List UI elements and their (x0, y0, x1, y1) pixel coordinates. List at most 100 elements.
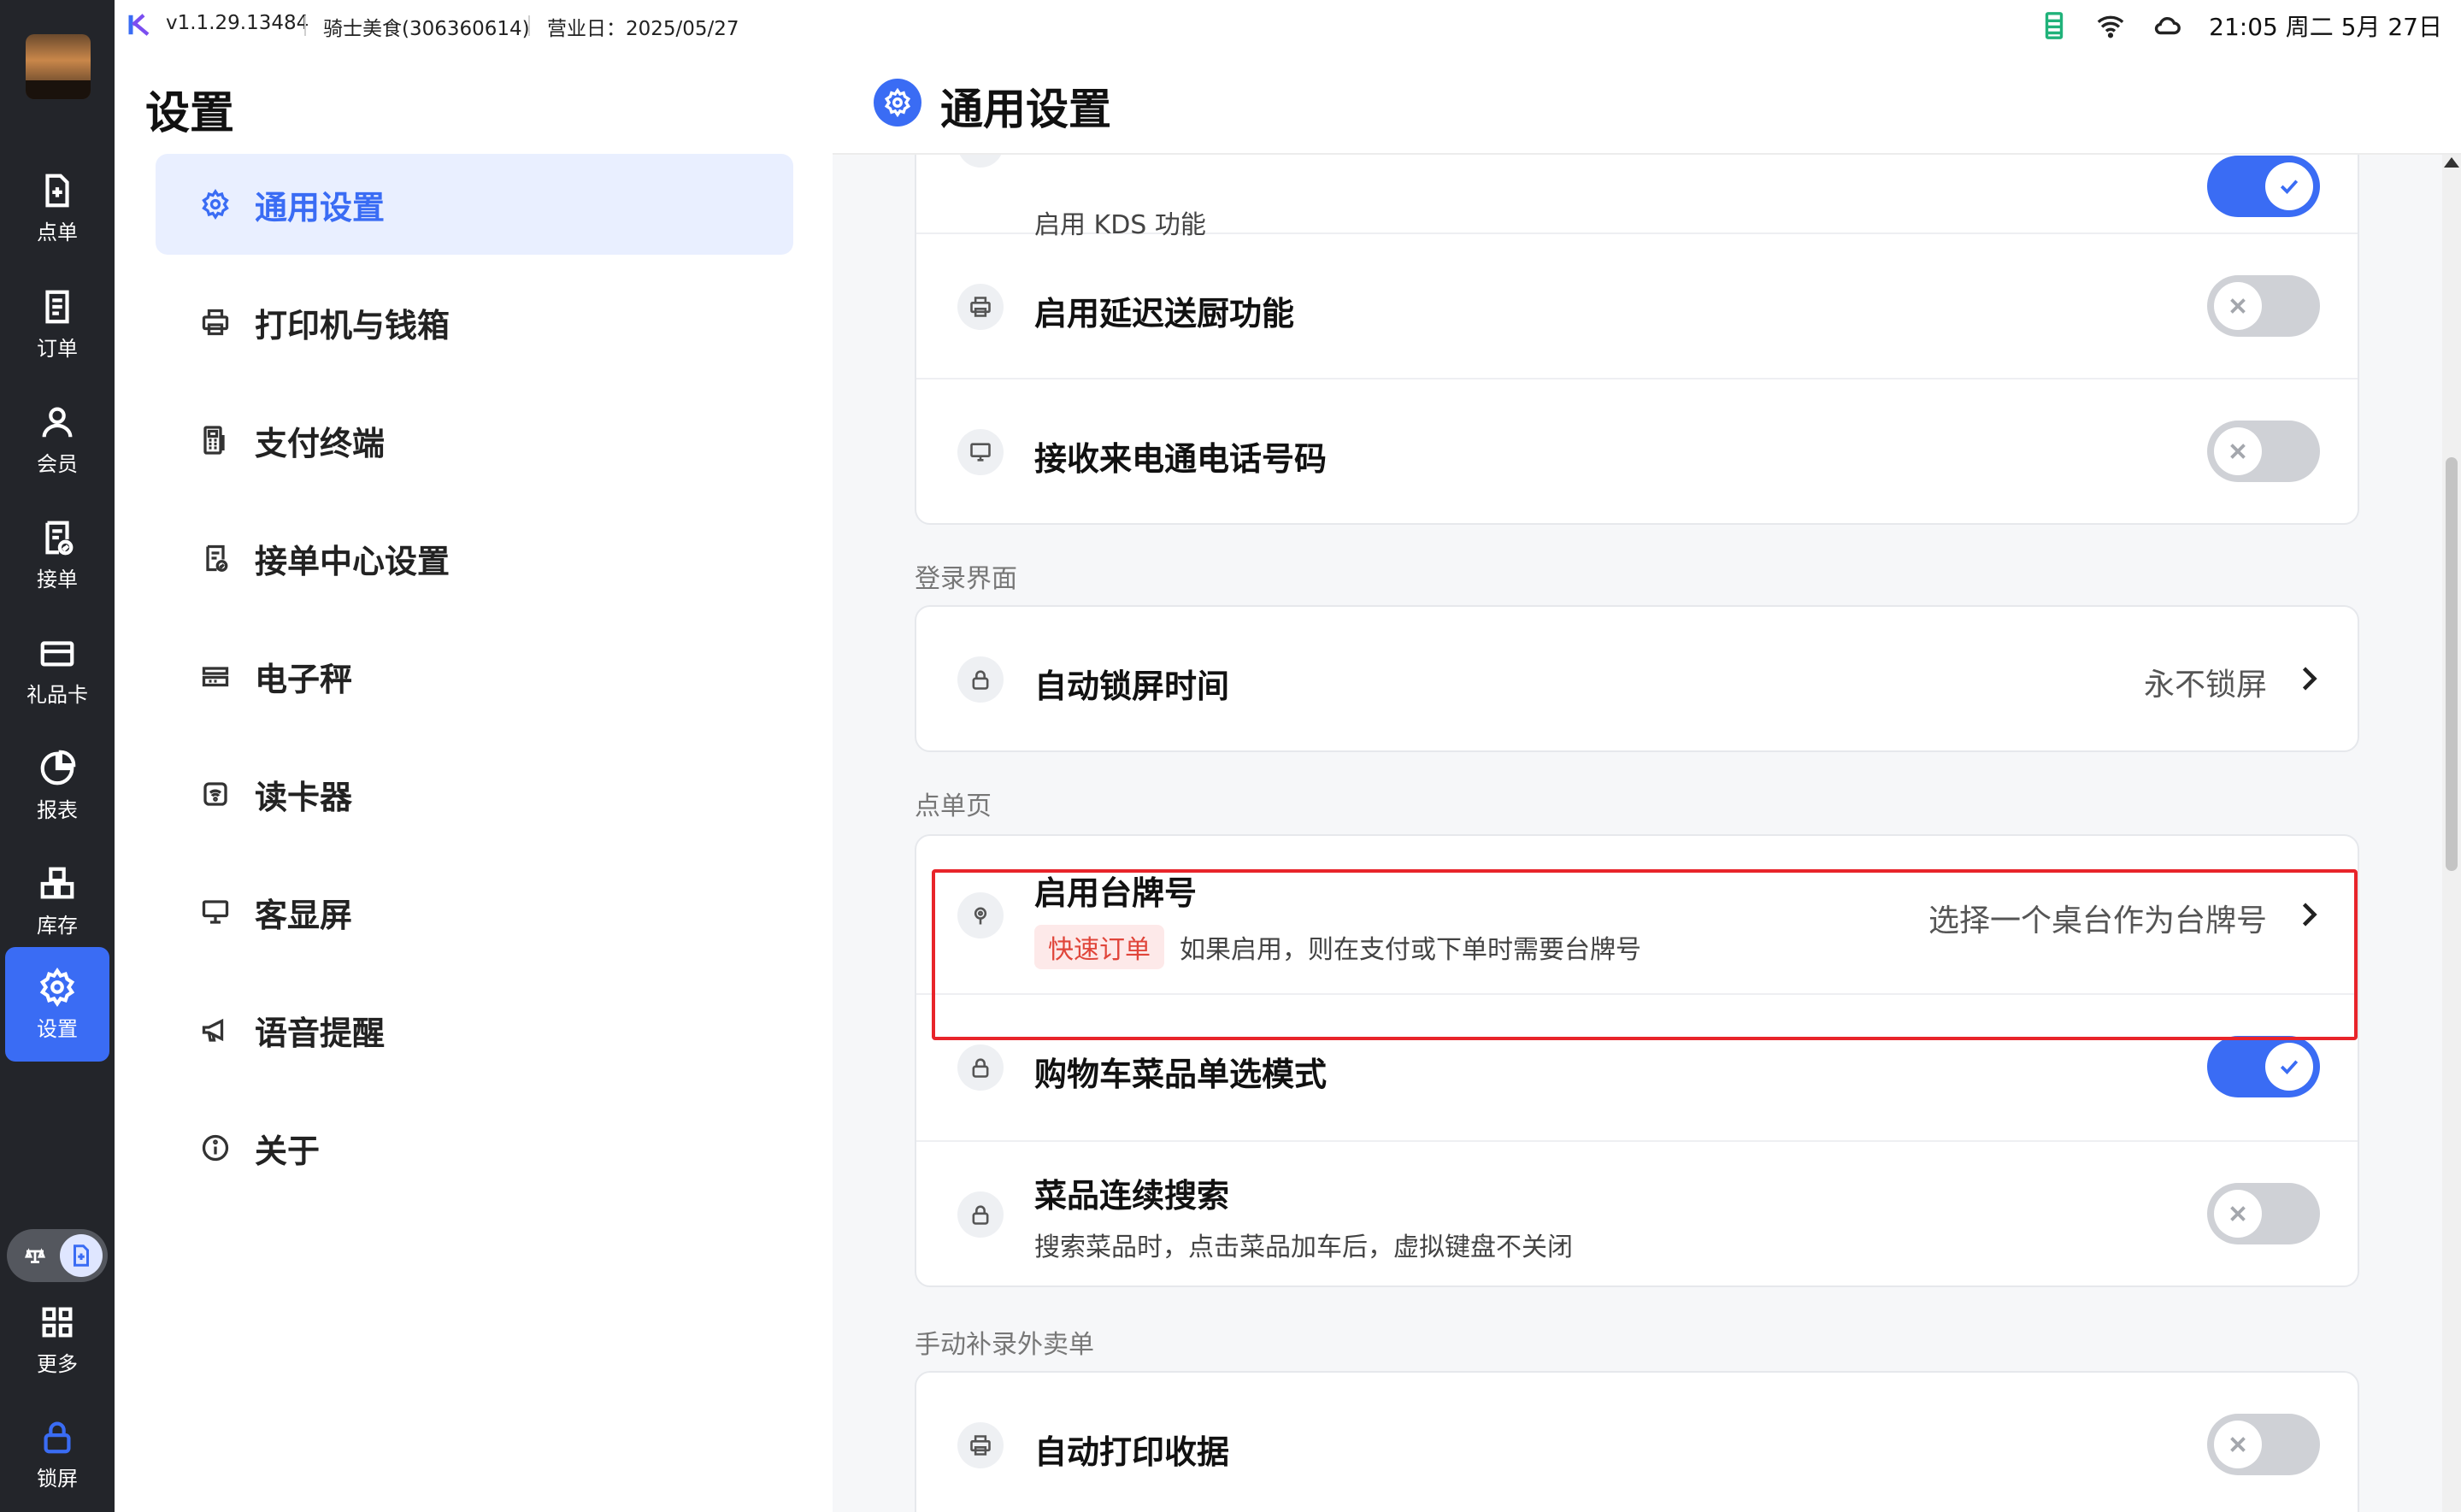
close-icon (2230, 1206, 2246, 1221)
rail-item-more[interactable]: 更多 (5, 1282, 109, 1397)
kds-toggle[interactable] (2207, 156, 2320, 217)
clock: 21:05 周二 5月 27日 (2209, 13, 2442, 41)
rail-item-label: 订单 (37, 336, 78, 361)
page-title: 设置 (145, 88, 235, 139)
system-status: 21:05 周二 5月 27日 (2040, 9, 2442, 43)
chevron-right-icon (2293, 899, 2323, 930)
setting-title: 启用延迟送厨功能 (1034, 295, 1295, 332)
chevron-right-icon (2293, 663, 2323, 694)
scroll-up-arrow-icon[interactable] (2444, 157, 2459, 168)
rail-item-lock[interactable]: 锁屏 (5, 1397, 109, 1511)
nav-item-voice-alert[interactable]: 语音提醒 (156, 980, 793, 1080)
nav-item-label: 客显屏 (255, 896, 353, 934)
mode-toggle[interactable] (7, 1229, 108, 1282)
rail-item-label: 库存 (37, 913, 78, 938)
setting-row-auto-lock[interactable]: 自动锁屏时间 永不锁屏 (916, 607, 2358, 750)
lock-icon (957, 1191, 1004, 1238)
order-page-settings-card: 启用台牌号 快速订单 如果启用，则在支付或下单时需要台牌号 选择一个桌台作为台牌号… (915, 834, 2359, 1287)
gear-icon (39, 967, 75, 1007)
setting-title: 菜品连续搜索 (1034, 1177, 1230, 1215)
caller-id-toggle[interactable] (2207, 421, 2320, 482)
nav-item-order-center[interactable]: 接单中心设置 (156, 508, 793, 609)
login-settings-card: 自动锁屏时间 永不锁屏 (915, 605, 2359, 752)
wifi-icon (2097, 15, 2124, 38)
rail-item-reports[interactable]: 报表 (5, 728, 109, 843)
setting-subtitle-line: 快速订单 如果启用，则在支付或下单时需要台牌号 (1034, 925, 1641, 969)
pos-terminal-icon (203, 426, 225, 455)
rail-item-settings[interactable]: 设置 (5, 947, 109, 1062)
nav-item-label: 关于 (255, 1132, 321, 1170)
setting-row-cart-single: 购物车菜品单选模式 (916, 995, 2358, 1142)
monitor-icon (957, 429, 1004, 475)
nav-item-label: 读卡器 (255, 778, 353, 816)
toggle-knob (2214, 1421, 2262, 1468)
setting-subtitle: 如果启用，则在支付或下单时需要台牌号 (1180, 935, 1641, 965)
rail-item-label: 接单 (37, 567, 78, 591)
check-icon (2280, 1060, 2299, 1074)
scrollbar-thumb[interactable] (2446, 457, 2458, 871)
toggle-knob (2214, 427, 2262, 475)
nav-item-scale[interactable]: 电子秤 (156, 626, 793, 727)
rail-item-members[interactable]: 会员 (5, 382, 109, 497)
quick-order-tag: 快速订单 (1034, 925, 1164, 969)
content-scrollbar[interactable] (2442, 155, 2461, 1512)
rail-item-label: 更多 (37, 1351, 78, 1376)
close-icon (2230, 298, 2246, 314)
boxes-icon (40, 867, 74, 898)
close-icon (2230, 444, 2246, 459)
rail-item-orders[interactable]: 订单 (5, 267, 109, 381)
nav-item-card-reader[interactable]: 读卡器 (156, 744, 793, 844)
delay-kitchen-toggle[interactable] (2207, 275, 2320, 337)
setting-title: 启用台牌号 (1034, 874, 1198, 912)
megaphone-icon (202, 1018, 224, 1042)
gear-icon (202, 189, 229, 220)
nav-item-about[interactable]: 关于 (156, 1097, 793, 1198)
rail-item-accept[interactable]: 接单 (5, 497, 109, 612)
setting-title: 接收来电通电话号码 (1034, 440, 1328, 478)
toggle-knob (2214, 282, 2262, 330)
settings-content: 通用设置 启用 KDS 功能 启用延迟送厨功能 接收来电通电话号码 登录界面 自… (833, 51, 2461, 1512)
settings-header-badge (874, 79, 921, 126)
pie-chart-icon (40, 750, 76, 785)
section-label-login: 登录界面 (915, 564, 1017, 594)
lock-icon (957, 656, 1004, 703)
nav-item-label: 打印机与钱箱 (255, 306, 450, 344)
section-label-manual-delivery: 手动补录外卖单 (915, 1330, 1094, 1360)
store-name: 骑士美食(306360614) (323, 18, 530, 40)
printer-icon (202, 309, 229, 336)
setting-row-continuous-search: 菜品连续搜索 搜索菜品时，点击菜品加车后，虚拟键盘不关闭 (916, 1142, 2358, 1285)
setting-value: 永不锁屏 (2143, 668, 2267, 703)
close-icon (2230, 1437, 2246, 1452)
left-rail: 点单 订单 会员 接单 礼品卡 报表 库存 设置 更多 锁屏 (0, 0, 115, 1512)
setting-row-caller-id: 接收来电通电话号码 (916, 379, 2358, 523)
rail-item-label: 会员 (37, 451, 78, 476)
app-version: v1.1.29.13484 (166, 12, 309, 34)
accept-order-icon (206, 544, 228, 572)
nav-item-label: 通用设置 (255, 188, 386, 227)
content-header: 通用设置 (833, 51, 2461, 155)
rail-item-inventory[interactable]: 库存 (5, 844, 109, 958)
nav-item-general[interactable]: 通用设置 (156, 154, 793, 255)
receipt-icon (45, 290, 69, 323)
rail-item-order[interactable]: 点单 (5, 150, 109, 265)
nav-item-customer-display[interactable]: 客显屏 (156, 862, 793, 962)
nav-item-payment-terminal[interactable]: 支付终端 (156, 390, 793, 491)
setting-value: 选择一个桌台作为台牌号 (1928, 903, 2267, 938)
rail-item-giftcard[interactable]: 礼品卡 (5, 613, 109, 727)
location-pin-icon (957, 892, 1004, 938)
manual-delivery-card: 自动打印收据 (915, 1371, 2359, 1512)
setting-title: 自动打印收据 (1034, 1433, 1230, 1471)
divider (304, 15, 306, 36)
divider (528, 15, 530, 36)
toggle-knob (2214, 1190, 2262, 1238)
user-icon (42, 407, 73, 437)
setting-row-table-tag[interactable]: 启用台牌号 快速订单 如果启用，则在支付或下单时需要台牌号 选择一个桌台作为台牌号 (916, 836, 2358, 995)
rail-item-label: 报表 (37, 797, 78, 822)
cart-single-toggle[interactable] (2207, 1036, 2320, 1097)
nav-item-printer[interactable]: 打印机与钱箱 (156, 272, 793, 373)
auto-print-toggle[interactable] (2207, 1414, 2320, 1475)
toggle-knob (60, 1234, 103, 1277)
gear-icon (884, 88, 911, 117)
setting-subtitle: 搜索菜品时，点击菜品加车后，虚拟键盘不关闭 (1034, 1233, 1573, 1262)
continuous-search-toggle[interactable] (2207, 1183, 2320, 1244)
